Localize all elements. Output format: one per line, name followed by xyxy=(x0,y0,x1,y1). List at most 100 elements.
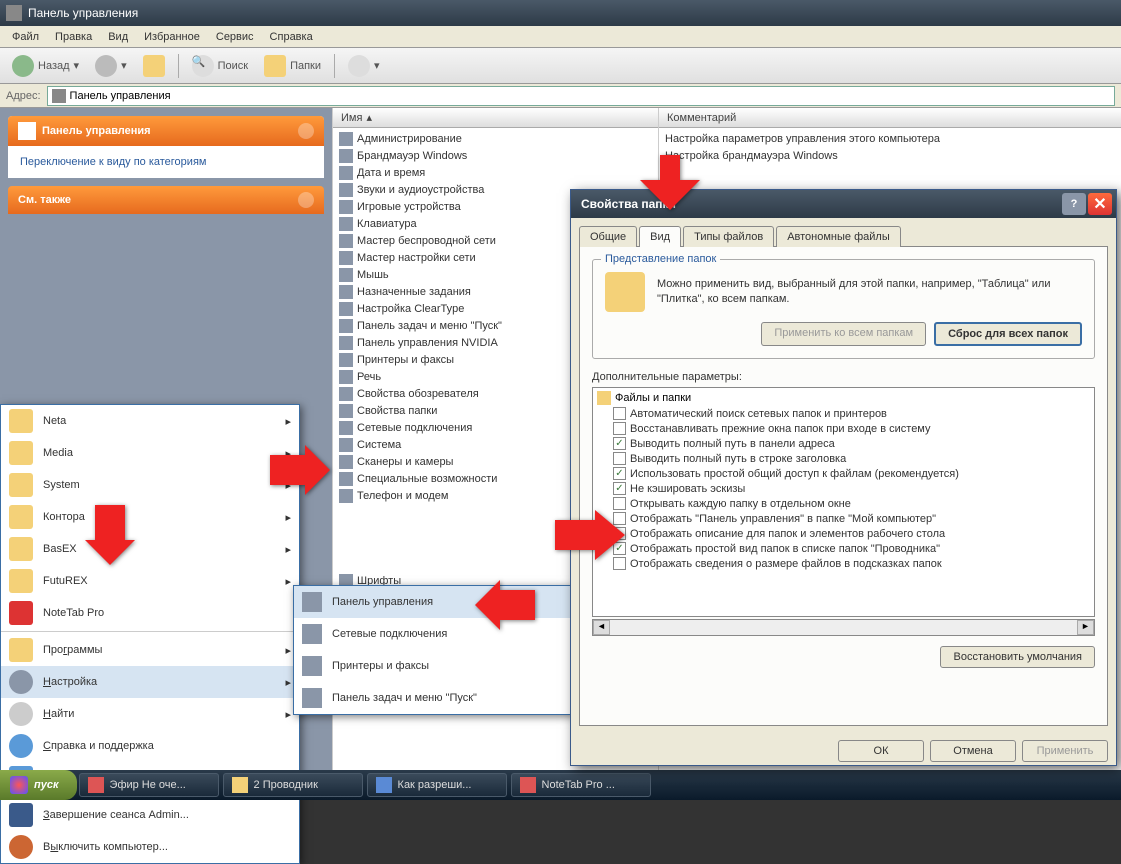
checkbox[interactable] xyxy=(613,497,626,510)
param-checkbox-item[interactable]: ✓Отображать простой вид папок в списке п… xyxy=(595,541,1092,556)
menu-item[interactable]: Сервис xyxy=(208,28,262,46)
address-icon xyxy=(52,89,66,103)
list-item[interactable]: Брандмауэр Windows xyxy=(333,147,658,164)
power-icon xyxy=(9,835,33,859)
param-checkbox-item[interactable]: Автоматический поиск сетевых папок и при… xyxy=(595,406,1092,421)
start-button[interactable]: пуск xyxy=(0,770,77,800)
checkbox[interactable] xyxy=(613,407,626,420)
ok-button[interactable]: ОК xyxy=(838,740,924,762)
address-field[interactable]: Панель управления xyxy=(47,86,1115,106)
menu-item[interactable]: Справка xyxy=(262,28,321,46)
param-checkbox-item[interactable]: ✓Выводить полный путь в панели адреса xyxy=(595,436,1092,451)
param-checkbox-item[interactable]: ✓Не кэшировать эскизы xyxy=(595,481,1092,496)
param-checkbox-item[interactable]: Открывать каждую папку в отдельном окне xyxy=(595,496,1092,511)
start-menu-item[interactable]: Media▸ xyxy=(1,437,299,469)
switch-view-link[interactable]: Переключение к виду по категориям xyxy=(20,156,206,168)
taskbar-item[interactable]: NoteTab Pro ... xyxy=(511,773,651,797)
folder-icon xyxy=(9,569,33,593)
submenu-arrow-icon: ▸ xyxy=(285,708,291,721)
item-icon xyxy=(339,183,353,197)
param-checkbox-item[interactable]: ✓Использовать простой общий доступ к фай… xyxy=(595,466,1092,481)
red-arrow-icon xyxy=(555,510,625,563)
submenu-item[interactable]: Панель задач и меню "Пуск" xyxy=(294,682,572,714)
apply-button[interactable]: Применить xyxy=(1022,740,1108,762)
folder-icon xyxy=(605,272,645,312)
checkbox[interactable]: ✓ xyxy=(613,482,626,495)
start-menu-item[interactable]: Найти▸ xyxy=(1,698,299,730)
params-listbox[interactable]: Файлы и папкиАвтоматический поиск сетевы… xyxy=(592,387,1095,617)
separator xyxy=(334,54,335,78)
start-menu-item[interactable]: Справка и поддержка xyxy=(1,730,299,762)
address-label: Адрес: xyxy=(6,90,41,102)
apply-all-button[interactable]: Применить ко всем папкам xyxy=(761,322,926,346)
param-checkbox-item[interactable]: Отображать сведения о размере файлов в п… xyxy=(595,556,1092,571)
taskbar-item[interactable]: Эфир Не оче... xyxy=(79,773,219,797)
start-menu-item[interactable]: BasEX▸ xyxy=(1,533,299,565)
start-menu-item[interactable]: Выключить компьютер... xyxy=(1,831,299,863)
views-icon xyxy=(348,55,370,77)
param-checkbox-item[interactable]: Восстанавливать прежние окна папок при в… xyxy=(595,421,1092,436)
start-menu-item[interactable]: Neta▸ xyxy=(1,405,299,437)
close-button[interactable]: ✕ xyxy=(1088,193,1112,215)
horizontal-scrollbar[interactable]: ◄ ► xyxy=(592,619,1095,636)
folder-view-group: Представление папок Можно применить вид,… xyxy=(592,259,1095,359)
menu-item[interactable]: Вид xyxy=(100,28,136,46)
chevron-up-icon[interactable] xyxy=(298,123,314,139)
folder-icon xyxy=(9,537,33,561)
column-header-name[interactable]: Имя▴ xyxy=(333,108,658,128)
item-icon xyxy=(302,592,322,612)
param-checkbox-item[interactable]: Отображать "Панель управления" в папке "… xyxy=(595,511,1092,526)
start-menu-item[interactable]: Завершение сеанса Admin... xyxy=(1,799,299,831)
item-icon xyxy=(339,489,353,503)
submenu-arrow-icon: ▸ xyxy=(285,575,291,588)
checkbox[interactable] xyxy=(613,452,626,465)
panel-header[interactable]: Панель управления xyxy=(8,116,324,146)
menu-item[interactable]: Правка xyxy=(47,28,100,46)
param-checkbox-item[interactable]: Выводить полный путь в строке заголовка xyxy=(595,451,1092,466)
panel-header[interactable]: См. также xyxy=(8,186,324,214)
param-checkbox-item[interactable]: Отображать описание для папок и элементо… xyxy=(595,526,1092,541)
column-header-comment[interactable]: Комментарий xyxy=(659,108,1121,128)
menu-item[interactable]: Файл xyxy=(4,28,47,46)
folders-button[interactable]: Папки xyxy=(258,53,327,79)
chevron-up-icon[interactable] xyxy=(298,192,314,208)
item-icon xyxy=(339,268,353,282)
up-button[interactable] xyxy=(137,53,171,79)
menu-item[interactable]: Избранное xyxy=(136,28,208,46)
start-menu-item[interactable]: FutuREX▸ xyxy=(1,565,299,597)
cancel-button[interactable]: Отмена xyxy=(930,740,1016,762)
taskbar-item[interactable]: Как разреши... xyxy=(367,773,507,797)
reset-all-button[interactable]: Сброс для всех папок xyxy=(934,322,1082,346)
tab[interactable]: Вид xyxy=(639,226,681,247)
back-button[interactable]: Назад ▾ xyxy=(6,53,85,79)
scroll-left-button[interactable]: ◄ xyxy=(593,620,610,635)
checkbox[interactable]: ✓ xyxy=(613,467,626,480)
scroll-right-button[interactable]: ► xyxy=(1077,620,1094,635)
views-button[interactable]: ▾ xyxy=(342,53,386,79)
item-icon xyxy=(339,251,353,265)
tab[interactable]: Автономные файлы xyxy=(776,226,901,247)
start-menu-item[interactable]: NoteTab Pro xyxy=(1,597,299,629)
start-menu-item[interactable]: Контора▸ xyxy=(1,501,299,533)
scroll-track[interactable] xyxy=(610,620,1077,635)
restore-defaults-button[interactable]: Восстановить умолчания xyxy=(940,646,1095,668)
forward-button[interactable]: ▾ xyxy=(89,53,133,79)
list-item[interactable]: Администрирование xyxy=(333,130,658,147)
tab[interactable]: Типы файлов xyxy=(683,226,774,247)
start-menu-item[interactable]: Настройка▸ xyxy=(1,666,299,698)
start-menu-item[interactable]: System▸ xyxy=(1,469,299,501)
list-item[interactable]: Дата и время xyxy=(333,164,658,181)
help-button[interactable]: ? xyxy=(1062,193,1086,215)
tab[interactable]: Общие xyxy=(579,226,637,247)
item-icon xyxy=(339,421,353,435)
comment-text: Настройка параметров управления этого ко… xyxy=(659,130,1121,147)
checkbox[interactable]: ✓ xyxy=(613,437,626,450)
checkbox[interactable] xyxy=(613,422,626,435)
submenu-item[interactable]: Принтеры и факсы xyxy=(294,650,572,682)
search-button[interactable]: 🔍Поиск xyxy=(186,53,254,79)
plus-icon xyxy=(9,601,33,625)
app-icon xyxy=(88,777,104,793)
forward-icon xyxy=(95,55,117,77)
start-menu-item[interactable]: Программы▸ xyxy=(1,634,299,666)
taskbar-item[interactable]: 2 Проводник xyxy=(223,773,363,797)
